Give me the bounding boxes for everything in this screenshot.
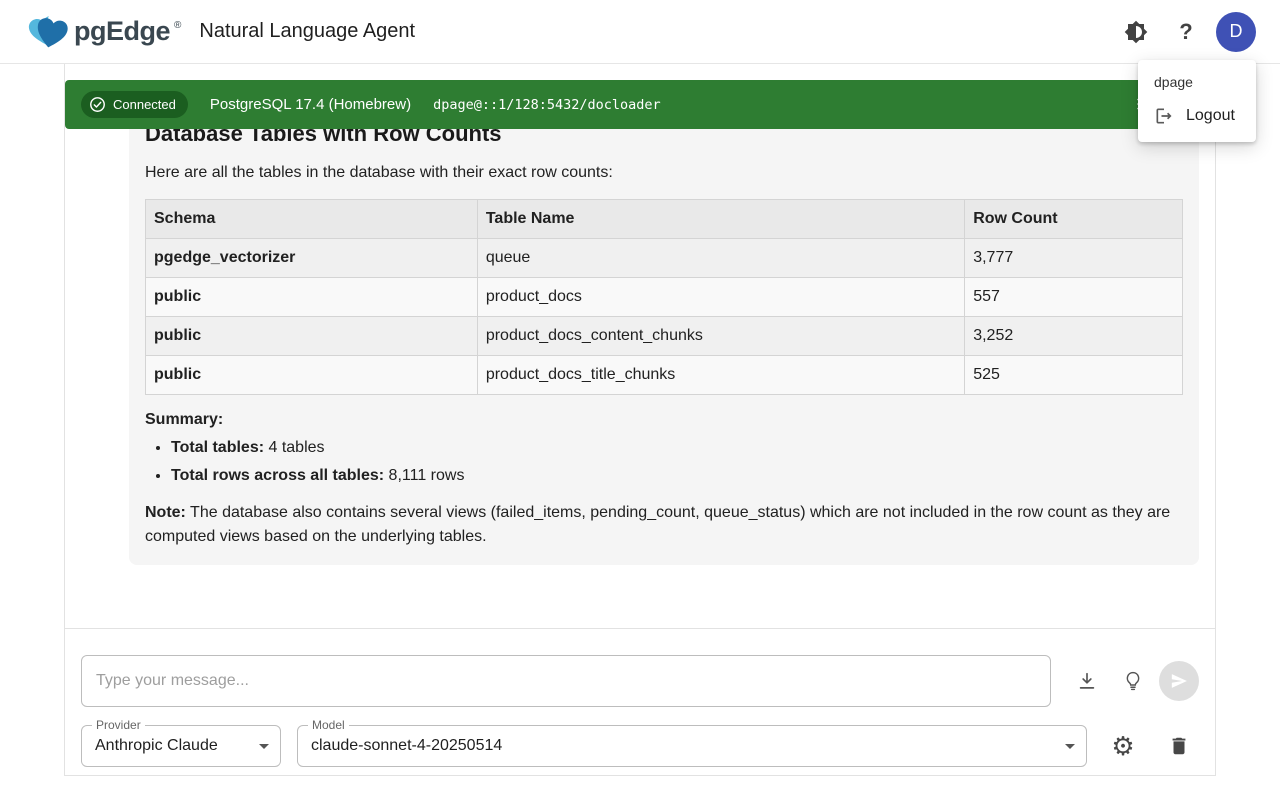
connected-badge: Connected xyxy=(81,91,188,118)
help-button[interactable]: ? xyxy=(1166,12,1206,52)
assistant-message: Database Tables with Row Counts Here are… xyxy=(129,129,1199,565)
tips-button[interactable] xyxy=(1113,661,1153,701)
model-select-value: claude-sonnet-4-20250514 xyxy=(311,737,502,755)
schema-cell: public xyxy=(146,317,478,356)
connection-status-bar: Connected PostgreSQL 17.4 (Homebrew) dpa… xyxy=(65,80,1215,129)
schema-cell: pgedge_vectorizer xyxy=(146,239,478,278)
gear-icon: ⚙ xyxy=(1111,733,1134,759)
list-item: Total rows across all tables: 8,111 rows xyxy=(171,467,1183,485)
column-header: Schema xyxy=(146,200,478,239)
bullet-value: 8,111 rows xyxy=(384,467,464,484)
pgedge-logo-icon xyxy=(24,14,70,50)
input-row xyxy=(81,655,1199,707)
chevron-down-icon xyxy=(1065,744,1075,749)
clear-chat-button[interactable] xyxy=(1159,726,1199,766)
table-name-cell: product_docs xyxy=(477,278,964,317)
menu-username: dpage xyxy=(1138,68,1256,98)
table-name-cell: queue xyxy=(477,239,964,278)
send-button[interactable] xyxy=(1159,661,1199,701)
table-row: pgedge_vectorizer queue 3,777 xyxy=(146,239,1183,278)
list-item: Total tables: 4 tables xyxy=(171,439,1183,457)
server-version: PostgreSQL 17.4 (Homebrew) xyxy=(210,96,411,113)
settings-button[interactable]: ⚙ xyxy=(1103,726,1143,766)
connected-label: Connected xyxy=(113,97,176,112)
header-actions: ? D xyxy=(1116,12,1256,52)
connection-string: dpage@::1/128:5432/docloader xyxy=(433,97,661,113)
chevron-down-icon xyxy=(259,744,269,749)
table-row: public product_docs 557 xyxy=(146,278,1183,317)
note-paragraph: Note: The database also contains several… xyxy=(145,501,1183,549)
message-list: Database Tables with Row Counts Here are… xyxy=(65,129,1215,628)
row-count-cell: 3,252 xyxy=(965,317,1183,356)
trash-icon xyxy=(1168,735,1190,757)
download-button[interactable] xyxy=(1067,661,1107,701)
brand-registered-mark: ® xyxy=(174,20,181,31)
bullet-label: Total tables: xyxy=(171,439,264,456)
table-row: public product_docs_content_chunks 3,252 xyxy=(146,317,1183,356)
app-header: pgEdge ® Natural Language Agent ? D xyxy=(0,0,1280,64)
brand-name: pgEdge xyxy=(74,16,170,47)
row-count-cell: 525 xyxy=(965,356,1183,395)
table-header-row: Schema Table Name Row Count xyxy=(146,200,1183,239)
message-input[interactable] xyxy=(81,655,1051,707)
model-controls-row: Provider Anthropic Claude Model claude-s… xyxy=(81,725,1199,767)
check-circle-icon xyxy=(89,96,106,113)
provider-select-value: Anthropic Claude xyxy=(95,737,218,755)
bullet-label: Total rows across all tables: xyxy=(171,467,384,484)
row-count-cell: 3,777 xyxy=(965,239,1183,278)
model-select[interactable]: Model claude-sonnet-4-20250514 xyxy=(297,725,1087,767)
message-intro: Here are all the tables in the database … xyxy=(145,161,1183,185)
logout-icon xyxy=(1154,106,1174,126)
avatar-letter: D xyxy=(1230,21,1243,42)
lightbulb-icon xyxy=(1122,670,1144,692)
logout-menu-item[interactable]: Logout xyxy=(1138,98,1256,134)
table-row: public product_docs_title_chunks 525 xyxy=(146,356,1183,395)
provider-select[interactable]: Provider Anthropic Claude xyxy=(81,725,281,767)
note-label: Note: xyxy=(145,504,186,521)
note-text: The database also contains several views… xyxy=(145,504,1170,545)
logout-label: Logout xyxy=(1186,107,1235,125)
column-header: Table Name xyxy=(477,200,964,239)
row-counts-table: Schema Table Name Row Count pgedge_vecto… xyxy=(145,199,1183,395)
user-menu: dpage Logout xyxy=(1138,60,1256,142)
theme-toggle-button[interactable] xyxy=(1116,12,1156,52)
column-header: Row Count xyxy=(965,200,1183,239)
chat-container: Connected PostgreSQL 17.4 (Homebrew) dpa… xyxy=(64,64,1216,776)
brightness-icon xyxy=(1124,20,1148,44)
help-icon: ? xyxy=(1179,19,1192,45)
table-name-cell: product_docs_title_chunks xyxy=(477,356,964,395)
user-avatar[interactable]: D xyxy=(1216,12,1256,52)
message-heading: Database Tables with Row Counts xyxy=(145,129,1183,147)
table-name-cell: product_docs_content_chunks xyxy=(477,317,964,356)
schema-cell: public xyxy=(146,356,478,395)
schema-cell: public xyxy=(146,278,478,317)
send-icon xyxy=(1169,671,1189,691)
composer: Provider Anthropic Claude Model claude-s… xyxy=(65,628,1215,775)
row-count-cell: 557 xyxy=(965,278,1183,317)
summary-heading: Summary: xyxy=(145,411,1183,429)
pgedge-logo: pgEdge ® xyxy=(24,14,181,50)
page-title: Natural Language Agent xyxy=(199,20,415,43)
download-icon xyxy=(1076,670,1098,692)
bullet-value: 4 tables xyxy=(264,439,324,456)
model-select-label: Model xyxy=(308,718,349,732)
summary-list: Total tables: 4 tables Total rows across… xyxy=(171,439,1183,485)
provider-select-label: Provider xyxy=(92,718,145,732)
